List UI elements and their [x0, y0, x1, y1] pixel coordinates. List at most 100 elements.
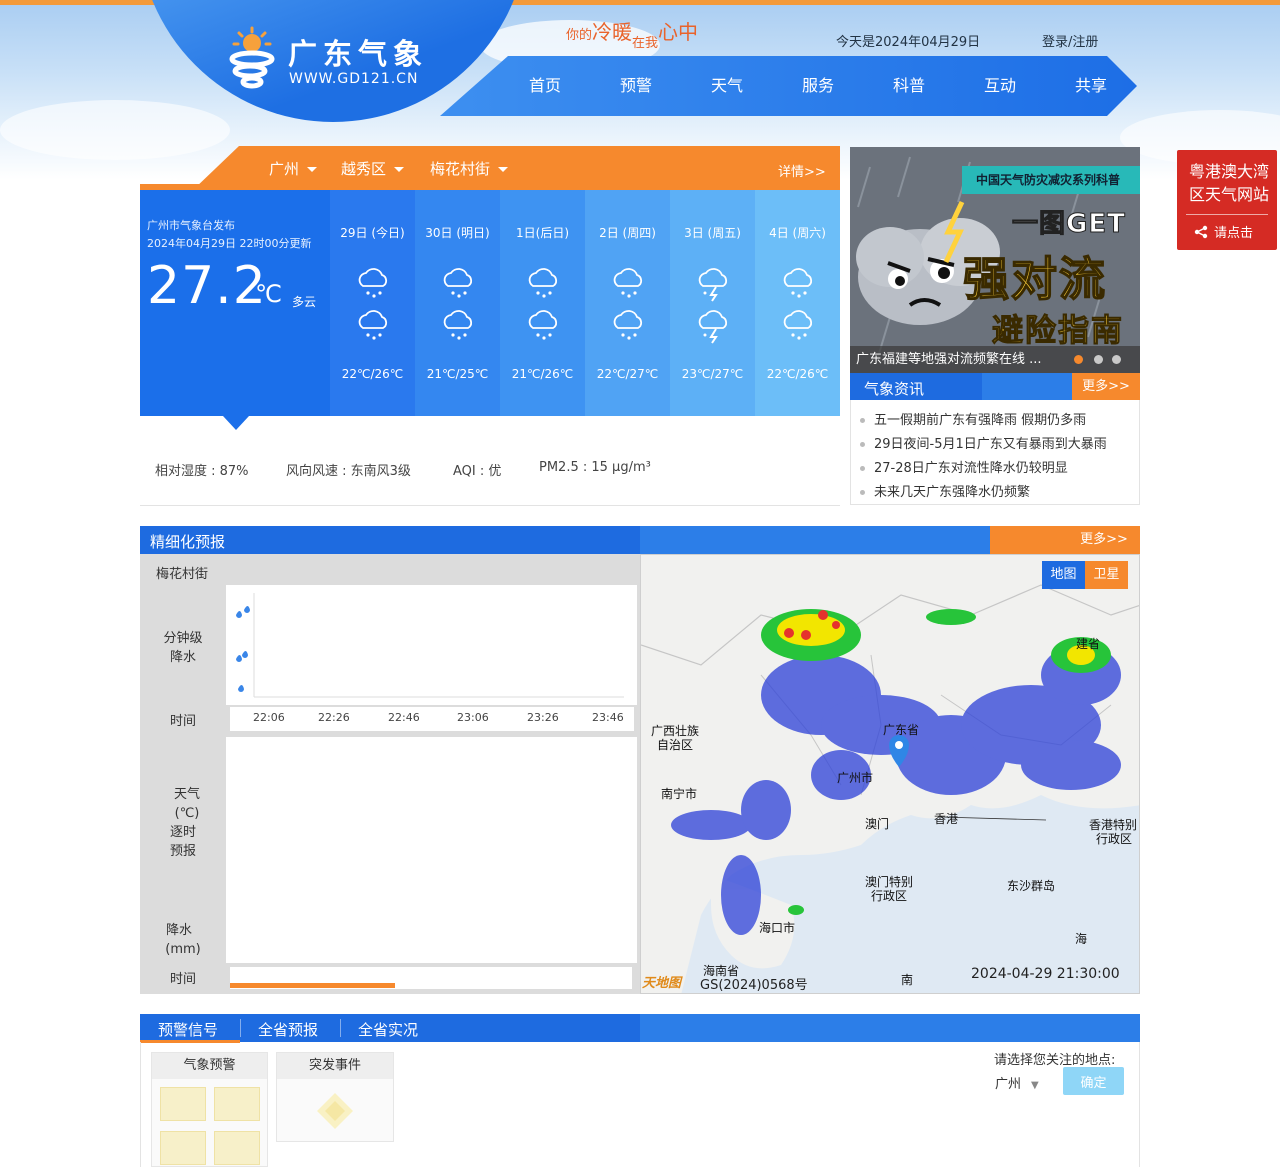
district-select[interactable]: 越秀区 — [341, 158, 405, 179]
map-view-toggle[interactable]: 地图 — [1042, 561, 1085, 589]
nav-home[interactable]: 首页 — [529, 56, 561, 116]
map-label: 海 — [1075, 932, 1088, 946]
forecast-day[interactable]: 3日 (周五) 23℃/27℃ — [670, 190, 755, 416]
slogan-part: 在我 — [632, 36, 659, 51]
map-label: 澳门 — [865, 817, 890, 831]
rain-cloud-icon — [524, 308, 562, 344]
tab-province-observations[interactable]: 全省实况 — [358, 1019, 418, 1040]
panel-pointer — [223, 416, 249, 430]
city-label: 广州 — [269, 160, 300, 178]
nav-science[interactable]: 科普 — [893, 56, 925, 116]
carousel-dot[interactable] — [1094, 355, 1103, 364]
warning-signal-icon[interactable] — [214, 1087, 260, 1121]
satellite-view-toggle[interactable]: 卫星 — [1085, 561, 1128, 589]
time-tick: 23:46 — [592, 711, 624, 724]
nav-weather[interactable]: 天气 — [711, 56, 743, 116]
label-line: 分钟级 — [163, 631, 203, 646]
promo-tag: 中国天气防灾减灾系列科普 — [962, 166, 1140, 194]
hourly-forecast-label: 天气 (℃) 逐时 预报 — [140, 785, 226, 861]
promo-headline: 强对流 — [962, 251, 1107, 307]
minute-precip-label: 分钟级 降水 — [140, 629, 226, 667]
map-label: 南宁市 — [661, 787, 698, 801]
forecast-day[interactable]: 4日 (周六) 22℃/26℃ — [755, 190, 840, 416]
login-register-link[interactable]: 登录/注册 — [1042, 31, 1098, 50]
refined-more-link[interactable]: 更多>> — [990, 526, 1140, 554]
news-more-link[interactable]: 更多>> — [1072, 373, 1140, 400]
label-line: 降水 — [169, 650, 196, 665]
slogan-part: 心中 — [658, 20, 699, 44]
news-item[interactable]: 29日夜间-5月1日广东又有暴雨到大暴雨 — [860, 433, 1107, 452]
time-tick: 22:06 — [253, 711, 285, 724]
label-line: (mm) — [165, 942, 201, 957]
current-condition: 多云 — [292, 295, 317, 309]
forecast-day-label: 2日 (周四) — [599, 226, 656, 240]
emergency-diamond-icon — [317, 1093, 353, 1129]
tab-warning-signals[interactable]: 预警信号 — [158, 1019, 218, 1040]
news-item[interactable]: 未来几天广东强降水仍频繁 — [860, 481, 1030, 500]
warning-signal-icon[interactable] — [214, 1131, 260, 1165]
radar-map-canvas — [641, 555, 1139, 993]
confirm-button[interactable]: 确定 — [1063, 1067, 1124, 1095]
details-link[interactable]: 详情>> — [778, 161, 826, 180]
map-label: 东沙群岛 — [1007, 879, 1056, 893]
rain-cloud-icon — [354, 308, 392, 344]
forecast-temp-range: 21℃/26℃ — [511, 367, 574, 381]
chevron-down-icon — [498, 167, 509, 172]
slogan: 你的冷暖在我心中 — [566, 16, 699, 51]
weather-warning-card[interactable]: 气象预警 — [151, 1052, 268, 1167]
cloud-decoration — [0, 100, 230, 160]
news-item[interactable]: 27-28日广东对流性降水仍较明显 — [860, 457, 1068, 476]
pm25: PM2.5 : 15 μg/m³ — [539, 460, 651, 475]
warning-signal-icon[interactable] — [160, 1087, 206, 1121]
carousel-dot-active[interactable] — [1074, 355, 1083, 364]
forecast-day[interactable]: 29日 (今日) 22℃/26℃ — [330, 190, 415, 416]
nav-share[interactable]: 共享 — [1075, 56, 1107, 116]
chevron-down-icon — [394, 167, 405, 172]
float-button-label: 请点击 — [1214, 226, 1254, 241]
map-provider-logo: 天地图 — [642, 976, 682, 991]
location-select[interactable]: 广州 ▼ — [995, 1073, 1039, 1092]
forecast-temp-range: 23℃/27℃ — [681, 367, 744, 381]
card-title: 气象预警 — [152, 1053, 267, 1079]
nav-warning[interactable]: 预警 — [620, 56, 652, 116]
time-label: 时间 — [169, 972, 196, 987]
label-line: (℃) — [174, 806, 200, 821]
minute-precip-chart — [226, 585, 637, 705]
forecast-location: 梅花村街 — [156, 567, 209, 582]
heavy-rain-icon — [236, 606, 250, 618]
nav-interact[interactable]: 互动 — [984, 56, 1016, 116]
selected-location: 广州 — [995, 1077, 1022, 1092]
float-button[interactable]: 请点击 — [1194, 222, 1253, 241]
map-approval-number: GS(2024)0568号 — [700, 978, 808, 993]
logo-icon[interactable] — [226, 26, 278, 92]
temperature-unit: ℃ — [255, 280, 282, 308]
nav-service[interactable]: 服务 — [802, 56, 834, 116]
carousel-dot[interactable] — [1112, 355, 1121, 364]
chevron-down-icon — [307, 167, 318, 172]
city-select[interactable]: 广州 — [269, 158, 318, 179]
current-temperature: 27.2 — [147, 256, 267, 316]
forecast-day[interactable]: 2日 (周四) 22℃/27℃ — [585, 190, 670, 416]
hourly-scrollbar-thumb[interactable] — [230, 983, 395, 988]
news-item[interactable]: 五一假期前广东有强降雨 假期仍多雨 — [860, 409, 1086, 428]
emergency-event-card[interactable]: 突发事件 — [276, 1052, 394, 1142]
tab-province-forecast[interactable]: 全省预报 — [258, 1019, 318, 1040]
location-question: 请选择您关注的地点: — [994, 1053, 1116, 1068]
slogan-part: 你的 — [566, 28, 593, 43]
radar-map[interactable]: 广西壮族 自治区 南宁市 广东省 广州市 澳门 香港 澳门特别 行政区 香港特别… — [640, 554, 1140, 994]
promo-headline: 避险指南 — [992, 313, 1124, 350]
minute-precip-axes — [236, 593, 624, 698]
warning-signal-icon[interactable] — [160, 1131, 206, 1165]
news-title: 气象资讯 — [864, 380, 925, 398]
share-icon — [1194, 225, 1208, 239]
forecast-day[interactable]: 1日(后日) 21℃/26℃ — [500, 190, 585, 416]
label-line: 预报 — [169, 844, 196, 859]
time-axis — [230, 707, 634, 731]
light-rain-icon — [238, 685, 244, 692]
forecast-day[interactable]: 30日 (明日) 21℃/25℃ — [415, 190, 500, 416]
site-title[interactable]: 广东气象 — [288, 31, 428, 73]
time-tick: 22:46 — [388, 711, 420, 724]
greater-bay-area-float[interactable]: 粤港澳大湾区天气网站 请点击 — [1177, 150, 1277, 250]
street-select[interactable]: 梅花村街 — [430, 158, 509, 179]
time-tick: 23:06 — [457, 711, 489, 724]
